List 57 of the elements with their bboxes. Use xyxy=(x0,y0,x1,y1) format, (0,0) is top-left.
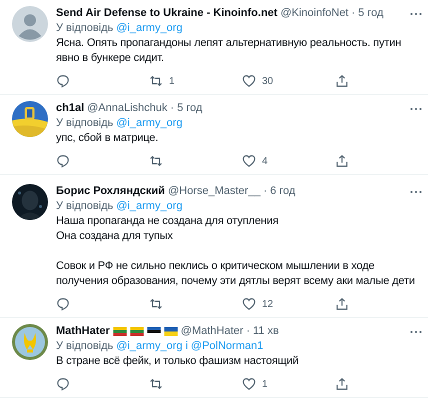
reply-label: У відповідь xyxy=(56,199,114,214)
tweet-text: Ясна. Опять пропагандоны лепят альтернативную реальность. путин явно в бункере сидит. xyxy=(56,36,402,66)
tweet-text: В стране всё фейк, и только фашизм настоящий xyxy=(56,354,300,369)
reply-icon[interactable] xyxy=(56,377,70,391)
retweet-icon[interactable] xyxy=(149,297,163,311)
like-count: 12 xyxy=(262,298,274,310)
reply-icon[interactable] xyxy=(56,297,70,311)
reply-label: У відповідь xyxy=(56,116,114,131)
separator-dot: · xyxy=(246,324,250,339)
heart-icon[interactable] xyxy=(242,297,256,311)
timestamp[interactable]: 6 год xyxy=(270,184,296,199)
share-icon[interactable] xyxy=(335,74,349,88)
retweet-icon[interactable] xyxy=(149,154,163,168)
retweet-icon[interactable] xyxy=(149,377,163,391)
tweet-text: упс, сбой в матрице. xyxy=(56,131,160,146)
timestamp[interactable]: 5 год xyxy=(358,6,384,21)
retweet-icon[interactable] xyxy=(149,74,163,88)
more-icon[interactable] xyxy=(410,12,422,16)
timestamp[interactable]: 5 год xyxy=(177,101,202,116)
flag-icon xyxy=(130,327,144,336)
flag-icon xyxy=(146,327,161,336)
reply-icon[interactable] xyxy=(56,74,70,88)
tweet-text: Наша пропаганда не создана для отупления xyxy=(56,214,280,229)
mention-joiner: і xyxy=(185,339,188,354)
user-name[interactable]: MathHater xyxy=(56,324,110,339)
reply-icon[interactable] xyxy=(56,154,70,168)
more-icon[interactable] xyxy=(410,190,422,194)
heart-icon[interactable] xyxy=(242,377,256,391)
like-count: 30 xyxy=(262,76,274,86)
reply-label: У відповідь xyxy=(56,21,114,36)
like-count: 1 xyxy=(262,378,268,390)
user-handle[interactable]: @AnnaLishchuk xyxy=(87,101,168,116)
separator-dot: · xyxy=(263,184,268,199)
reply-label: У відповідь xyxy=(56,339,114,354)
more-icon[interactable] xyxy=(410,330,422,334)
default-avatar-icon[interactable] xyxy=(12,6,48,42)
user-name[interactable]: Борис Рохляндский xyxy=(56,184,165,199)
heart-icon[interactable] xyxy=(242,154,256,168)
user-handle[interactable]: @KinoinfoNet xyxy=(280,6,348,21)
retweet-count: 1 xyxy=(169,76,175,86)
separator-dot: · xyxy=(352,6,356,21)
flag-icon xyxy=(112,327,127,336)
user-name[interactable]: ch1al xyxy=(56,101,84,116)
like-count: 4 xyxy=(262,156,268,166)
timestamp[interactable]: 11 хв xyxy=(253,324,279,339)
tweet-text: Она создана для тупых xyxy=(56,229,174,244)
flag-icon xyxy=(164,327,178,336)
heart-icon[interactable] xyxy=(242,74,256,88)
user-handle[interactable]: @Horse_Master__ xyxy=(168,184,260,199)
share-icon[interactable] xyxy=(335,154,349,168)
share-icon[interactable] xyxy=(335,377,349,391)
share-icon[interactable] xyxy=(335,297,349,311)
separator-dot: · xyxy=(170,101,174,116)
user-name[interactable]: Send Air Defense to Ukraine - Kinoinfo.net xyxy=(56,6,278,21)
tweet-text: Совок и РФ не сильно пеклись о критическом мышлении в ходе получения образования, почему эти дятлы верят всему аки малые дети xyxy=(56,259,416,289)
user-handle[interactable]: @MathHater xyxy=(180,324,244,339)
more-icon[interactable] xyxy=(410,106,422,110)
